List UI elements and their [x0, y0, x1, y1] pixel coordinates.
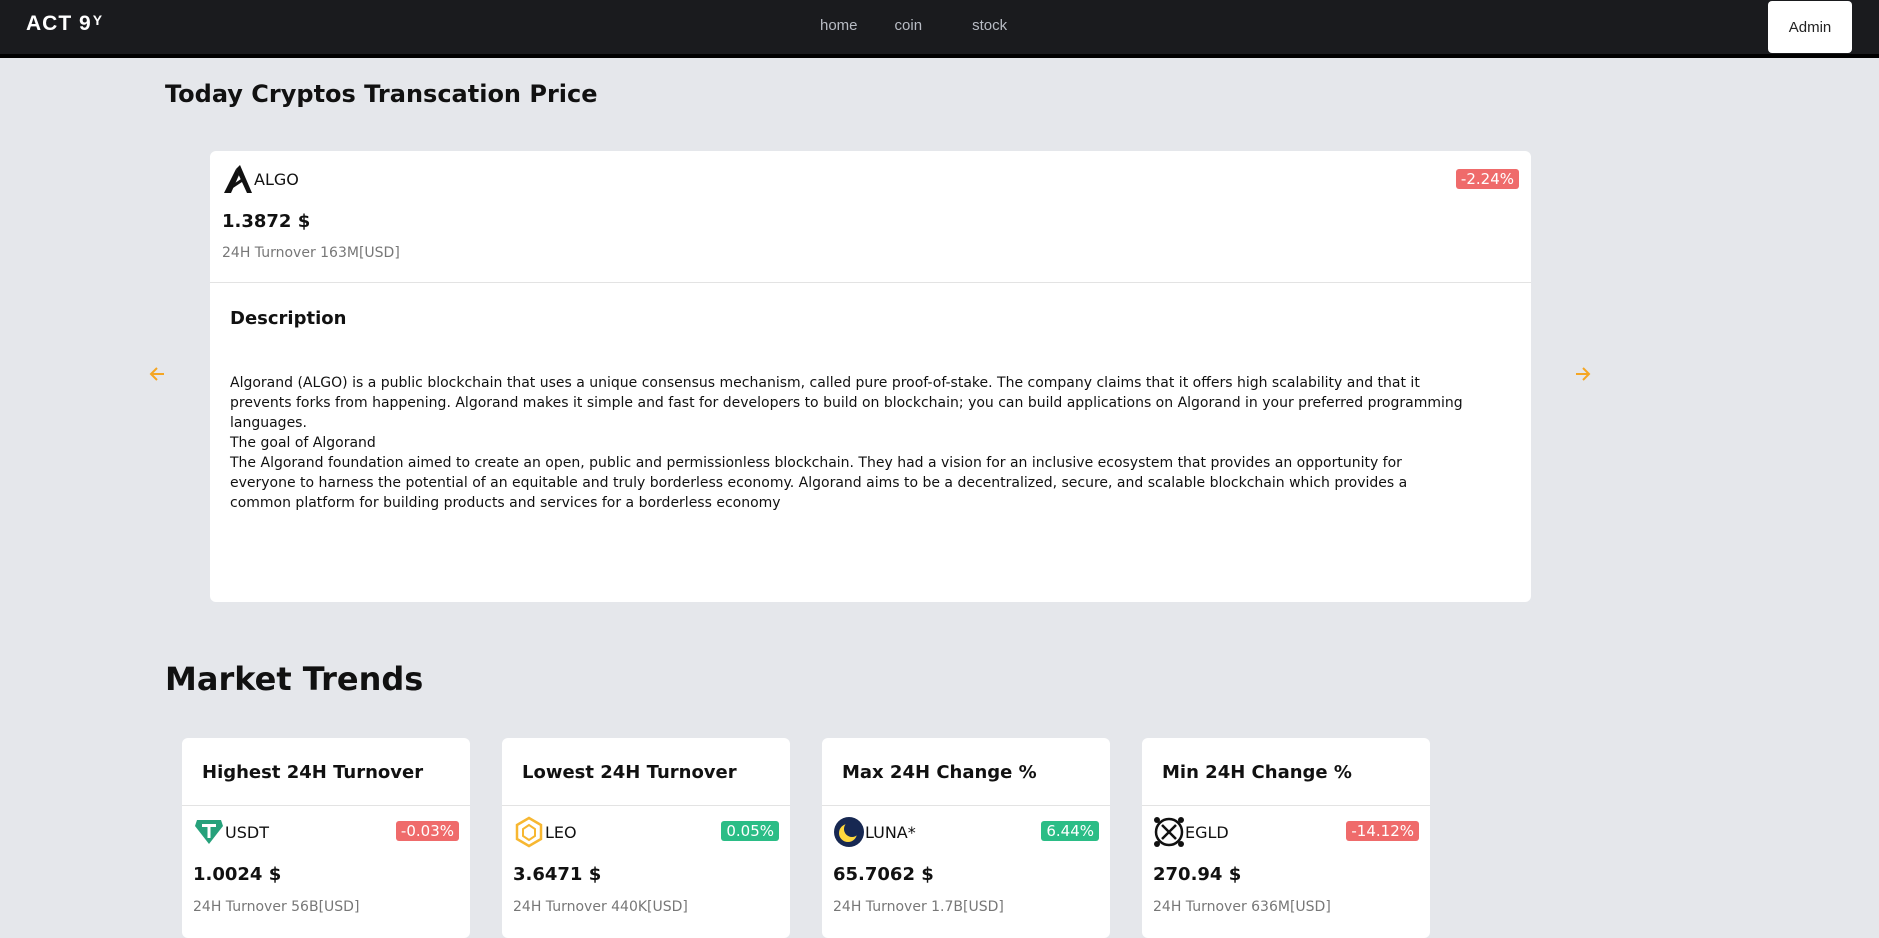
- market-section-title: Market Trends: [165, 660, 424, 698]
- tether-icon: [195, 820, 223, 844]
- logo-mark: Y: [92, 12, 104, 28]
- coin-row: LUNA*: [833, 816, 916, 848]
- coin-symbol: USDT: [225, 822, 269, 842]
- change-badge: 0.05%: [721, 821, 779, 841]
- today-section-title: Today Cryptos Transcation Price: [165, 80, 598, 108]
- logo-text: ACT 9: [26, 12, 92, 35]
- change-badge: -14.12%: [1346, 821, 1419, 841]
- change-badge: 6.44%: [1041, 821, 1099, 841]
- market-card-min-change[interactable]: Min 24H Change % EGLD -14.12% 270.94 $ 2…: [1142, 738, 1430, 938]
- coin-turnover: 24H Turnover 440K[USD]: [513, 899, 688, 915]
- nav-link-stock[interactable]: stock: [972, 17, 1007, 34]
- coin-price: 65.7062 $: [833, 864, 934, 885]
- luna-icon: [834, 817, 864, 847]
- brand-logo[interactable]: ACT 9Y: [26, 12, 103, 36]
- coin-symbol: LEO: [545, 822, 577, 842]
- coin-price: 270.94 $: [1153, 864, 1242, 885]
- coin-turnover: 24H Turnover 636M[USD]: [1153, 899, 1331, 915]
- card-header: ALGO -2.24% 1.3872 $ 24H Turnover 163M[U…: [210, 151, 1531, 283]
- coin-price: 1.3872 $: [222, 211, 311, 232]
- nav-link-home[interactable]: home: [820, 17, 858, 34]
- market-card-lowest-turnover[interactable]: Lowest 24H Turnover LEO 0.05% 3.6471 $ 2…: [502, 738, 790, 938]
- description-title: Description: [230, 308, 347, 329]
- coin-price: 3.6471 $: [513, 864, 602, 885]
- coin-turnover: 24H Turnover 1.7B[USD]: [833, 899, 1004, 915]
- algorand-icon: [224, 165, 252, 193]
- change-badge: -0.03%: [395, 821, 459, 841]
- coin-row: ALGO: [222, 163, 299, 195]
- market-card-heading: Highest 24H Turnover: [182, 738, 470, 806]
- market-card-heading: Max 24H Change %: [822, 738, 1110, 806]
- top-navbar: ACT 9Y home coin stock Admin: [0, 0, 1879, 58]
- arrow-left-icon[interactable]: [146, 364, 170, 388]
- coin-symbol: LUNA*: [865, 822, 916, 842]
- coin-symbol: EGLD: [1185, 822, 1229, 842]
- coin-symbol: ALGO: [254, 169, 299, 189]
- market-card-max-change[interactable]: Max 24H Change % LUNA* 6.44% 65.7062 $ 2…: [822, 738, 1110, 938]
- coin-price: 1.0024 $: [193, 864, 282, 885]
- market-card-heading: Lowest 24H Turnover: [502, 738, 790, 806]
- coin-row: EGLD: [1153, 816, 1229, 848]
- description-text: Algorand (ALGO) is a public blockchain t…: [230, 375, 1463, 511]
- leo-icon: [515, 816, 543, 848]
- arrow-right-icon[interactable]: [1570, 364, 1594, 388]
- change-badge: -2.24%: [1455, 169, 1519, 189]
- featured-crypto-card[interactable]: ALGO -2.24% 1.3872 $ 24H Turnover 163M[U…: [210, 151, 1531, 602]
- egld-icon: [1154, 817, 1184, 847]
- market-card-heading: Min 24H Change %: [1142, 738, 1430, 806]
- admin-button[interactable]: Admin: [1768, 1, 1852, 53]
- coin-row: LEO: [513, 816, 577, 848]
- market-card-highest-turnover[interactable]: Highest 24H Turnover USDT -0.03% 1.0024 …: [182, 738, 470, 938]
- nav-links: home coin stock: [820, 17, 1044, 34]
- coin-row: USDT: [193, 816, 269, 848]
- nav-link-coin[interactable]: coin: [895, 17, 923, 34]
- coin-turnover: 24H Turnover 56B[USD]: [193, 899, 360, 915]
- coin-turnover: 24H Turnover 163M[USD]: [222, 245, 400, 261]
